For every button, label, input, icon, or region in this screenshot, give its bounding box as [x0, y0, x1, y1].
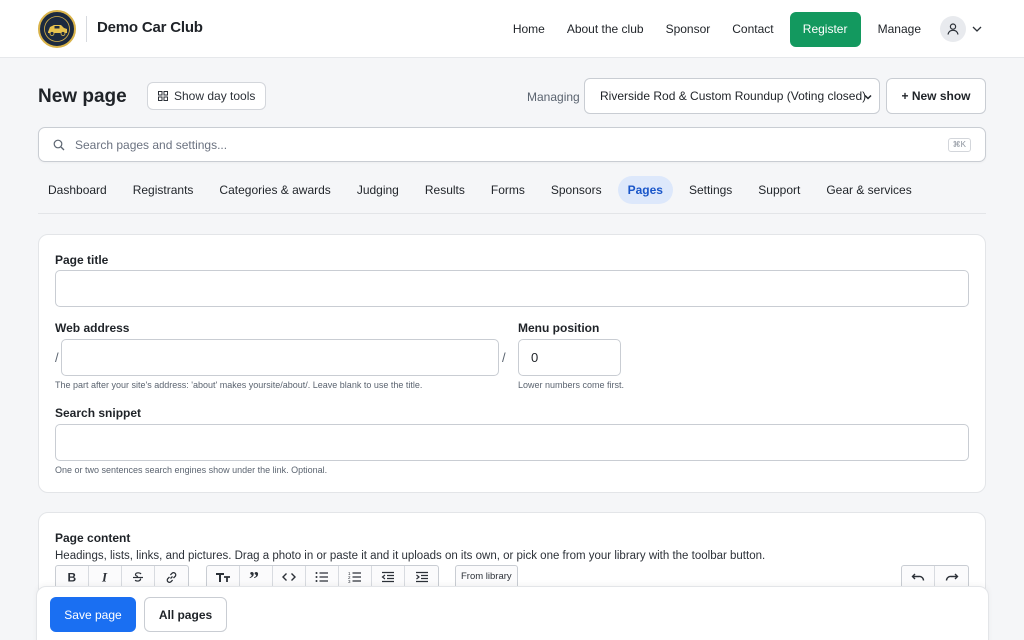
tab-forms[interactable]: Forms — [481, 176, 535, 204]
tab-registrants[interactable]: Registrants — [123, 176, 204, 204]
numbered-list-icon[interactable]: 123 — [339, 566, 372, 588]
show-day-tools-label: Show day tools — [174, 89, 256, 103]
managing-label: Managing — [527, 90, 580, 104]
page-content-title: Page content — [55, 531, 131, 545]
user-icon — [940, 16, 966, 42]
editor-toolbar: B I ” 123 From library — [55, 565, 518, 588]
search-snippet-input[interactable] — [55, 424, 969, 461]
search-input[interactable] — [75, 136, 935, 154]
show-day-tools-button[interactable]: Show day tools — [147, 82, 267, 110]
nav-sponsor[interactable]: Sponsor — [666, 11, 711, 47]
bullet-list-icon[interactable] — [306, 566, 339, 588]
search-snippet-hint: One or two sentences search engines show… — [55, 465, 328, 475]
page-title-input[interactable] — [55, 270, 969, 307]
nav-manage[interactable]: Manage — [878, 11, 921, 47]
tab-settings[interactable]: Settings — [679, 176, 742, 204]
from-library-button[interactable]: From library — [455, 565, 518, 587]
nav-contact[interactable]: Contact — [732, 11, 773, 47]
search-snippet-label: Search snippet — [55, 406, 142, 420]
all-pages-button[interactable]: All pages — [144, 597, 227, 632]
tab-results[interactable]: Results — [415, 176, 475, 204]
tab-categories-awards[interactable]: Categories & awards — [209, 176, 340, 204]
web-address-input[interactable] — [61, 339, 499, 376]
web-address-hint: The part after your site's address: 'abo… — [55, 380, 423, 390]
web-address-label: Web address — [55, 321, 130, 335]
indent-icon[interactable] — [405, 566, 438, 588]
svg-text:”: ” — [249, 571, 259, 583]
redo-icon[interactable] — [935, 566, 968, 588]
code-icon[interactable] — [273, 566, 306, 588]
page-title-label: Page title — [55, 253, 109, 267]
menu-position-input[interactable] — [518, 339, 621, 376]
car-club-logo-icon[interactable] — [38, 10, 76, 48]
account-menu[interactable] — [940, 16, 982, 42]
undo-icon[interactable] — [902, 566, 935, 588]
tab-support[interactable]: Support — [748, 176, 810, 204]
page-content-description: Headings, lists, links, and pictures. Dr… — [55, 550, 766, 562]
menu-position-label: Menu position — [518, 321, 600, 335]
block-group: ” 123 — [206, 565, 439, 588]
chevron-down-icon — [972, 26, 982, 32]
text-size-icon[interactable] — [207, 566, 240, 588]
page-settings-card: Page title Web address / / The part afte… — [38, 234, 986, 493]
search-shortcut-hint: ⌘K — [947, 138, 971, 152]
format-group: B I — [55, 565, 189, 588]
web-address-suffix: / — [502, 350, 506, 365]
nav-about[interactable]: About the club — [567, 11, 644, 47]
svg-text:I: I — [101, 571, 108, 583]
link-icon[interactable] — [155, 566, 188, 588]
web-address-prefix: / — [55, 350, 59, 365]
menu-position-hint: Lower numbers come first. — [518, 380, 625, 390]
search-bar: ⌘K — [38, 127, 986, 162]
svg-text:3: 3 — [348, 579, 351, 583]
strikethrough-icon[interactable] — [122, 566, 155, 588]
italic-icon[interactable]: I — [89, 566, 122, 588]
chevron-down-icon — [863, 91, 873, 106]
brand-name[interactable]: Demo Car Club — [97, 19, 203, 36]
register-button[interactable]: Register — [789, 11, 861, 47]
tab-gear-services[interactable]: Gear & services — [816, 176, 921, 204]
quote-icon[interactable]: ” — [240, 566, 273, 588]
section-tabs: Dashboard Registrants Categories & award… — [38, 176, 986, 214]
top-nav: Demo Car Club Home About the club Sponso… — [0, 0, 1024, 58]
bold-icon[interactable]: B — [56, 566, 89, 588]
new-show-button[interactable]: + New show — [886, 78, 986, 114]
page-title: New page — [38, 86, 127, 107]
brand-divider — [86, 16, 87, 42]
save-page-button[interactable]: Save page — [50, 597, 136, 632]
tab-dashboard[interactable]: Dashboard — [38, 176, 117, 204]
tab-pages[interactable]: Pages — [617, 176, 673, 204]
tab-judging[interactable]: Judging — [347, 176, 409, 204]
tab-sponsors[interactable]: Sponsors — [541, 176, 612, 204]
grid-icon — [158, 91, 168, 101]
nav-links: Home About the club Sponsor Contact Regi… — [513, 11, 982, 47]
show-select[interactable]: Riverside Rod & Custom Roundup (Voting c… — [584, 78, 880, 114]
search-icon — [53, 139, 65, 154]
outdent-icon[interactable] — [372, 566, 405, 588]
nav-home[interactable]: Home — [513, 11, 545, 47]
save-bar: Save page All pages — [36, 586, 989, 640]
svg-text:B: B — [68, 571, 77, 583]
show-select-value: Riverside Rod & Custom Roundup (Voting c… — [600, 89, 867, 103]
